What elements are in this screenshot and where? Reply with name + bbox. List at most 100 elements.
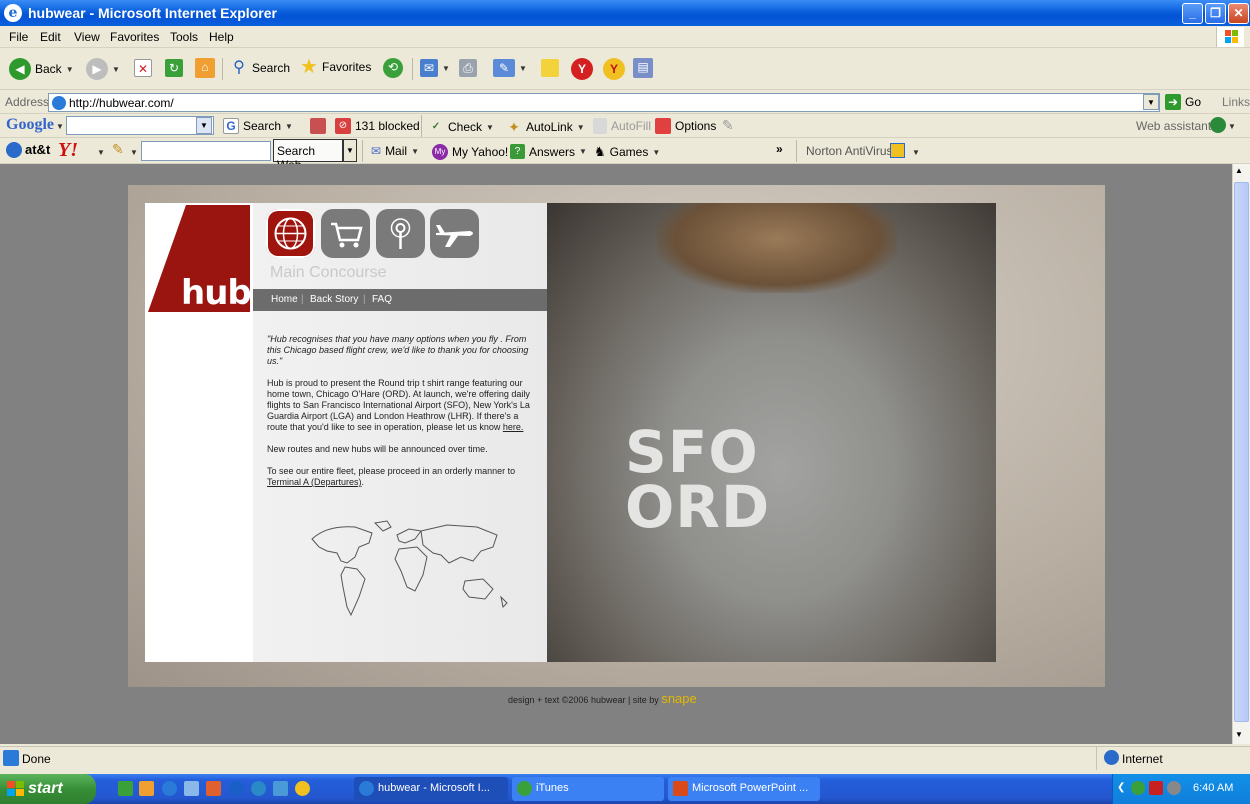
highlight-pen-icon[interactable]: ✎ [722, 117, 734, 134]
scroll-down-icon[interactable]: ▼ [1235, 730, 1243, 739]
google-search-button[interactable]: G Search ▼ [223, 118, 293, 134]
stop-button[interactable]: ✕ [134, 59, 152, 77]
answers-button[interactable]: ? Answers ▼ [510, 144, 587, 159]
history-button[interactable]: ⟲ [383, 58, 403, 78]
norton-label[interactable]: Norton AntiVirus [806, 144, 893, 158]
tray-network-icon[interactable] [1131, 781, 1145, 795]
print-button[interactable]: ⎙ [459, 59, 477, 77]
nav-home[interactable]: Home [271, 294, 298, 305]
edit-button[interactable]: ✎ ▼ [493, 59, 527, 77]
quicklaunch-media-icon[interactable] [295, 781, 310, 796]
my-yahoo-button[interactable]: My My Yahoo! [432, 144, 508, 160]
tray-expand-icon[interactable]: ❮ [1117, 782, 1125, 793]
fleet-paragraph: To see our entire fleet, please proceed … [267, 466, 516, 487]
vertical-scrollbar[interactable]: ▲ ▼ [1232, 164, 1250, 744]
search-web-button[interactable]: Search Web [273, 139, 343, 172]
google-logo: Google [6, 116, 54, 133]
yahoo-logo[interactable]: Y! [58, 139, 78, 162]
search-button[interactable]: ⚲ Search [230, 59, 290, 77]
quicklaunch-gift-icon[interactable] [206, 781, 221, 796]
autofill-button[interactable]: AutoFill [593, 118, 651, 134]
cart-nav-icon[interactable] [321, 209, 370, 258]
more-chevron-icon[interactable]: » [776, 142, 783, 156]
quicklaunch-outlook-icon[interactable] [139, 781, 154, 796]
menu-view[interactable]: View [74, 30, 100, 44]
itunes-task-icon [517, 781, 532, 796]
start-button[interactable]: start [0, 774, 96, 804]
task-itunes[interactable]: iTunes [512, 777, 664, 801]
clock[interactable]: 6:40 AM [1193, 782, 1233, 794]
menu-file[interactable]: File [9, 30, 28, 44]
spellcheck-button[interactable]: ✓ Check ▼ [428, 118, 494, 136]
address-label: Address [5, 95, 50, 109]
yahoo-messenger-button[interactable]: Y [603, 58, 625, 80]
terminal-a-link[interactable]: Terminal A (Departures) [267, 477, 362, 487]
links-button[interactable]: Links [1222, 95, 1250, 109]
forward-button[interactable]: ▶ ▼ [86, 58, 120, 80]
pencil-icon[interactable]: ✎ [112, 141, 124, 158]
quicklaunch-itunes-icon[interactable] [118, 781, 133, 796]
intro-quote: "Hub recognises that you have many optio… [267, 334, 529, 366]
status-bar: Done Internet [0, 746, 1250, 770]
nav-faq[interactable]: FAQ [372, 294, 392, 305]
menu-edit[interactable]: Edit [40, 30, 61, 44]
yahoo-search-input[interactable] [141, 141, 271, 161]
hub-logo[interactable]: hub [148, 205, 250, 312]
maximize-button[interactable]: ❐ [1205, 3, 1226, 24]
refresh-button[interactable]: ↻ [165, 59, 183, 77]
quicklaunch-messenger-icon[interactable] [251, 781, 266, 796]
discuss-button[interactable] [541, 59, 559, 77]
tray-acrobat-icon[interactable] [1149, 781, 1163, 795]
pagerank-button[interactable] [310, 118, 326, 134]
options-button[interactable]: Options [655, 118, 716, 134]
plane-nav-icon[interactable] [430, 209, 479, 258]
norton-icon[interactable] [890, 143, 905, 158]
games-button[interactable]: ♞ Games ▼ [594, 144, 660, 160]
globe-nav-icon[interactable] [266, 209, 315, 258]
contact-link[interactable]: here. [503, 422, 524, 432]
quicklaunch-ie-icon[interactable] [162, 781, 177, 796]
menu-help[interactable]: Help [209, 30, 234, 44]
quicklaunch-app-icon[interactable] [184, 781, 199, 796]
scroll-thumb[interactable] [1234, 182, 1249, 722]
favorites-button[interactable]: ★ Favorites [300, 57, 371, 77]
messenger-icon: Y [603, 58, 625, 80]
home-button[interactable]: ⌂ [195, 58, 215, 78]
quicklaunch-browser-icon[interactable] [229, 781, 244, 796]
zone-text: Internet [1122, 752, 1163, 766]
tray-volume-icon[interactable] [1167, 781, 1181, 795]
quicklaunch-desktop-icon[interactable] [273, 781, 288, 796]
globe-icon[interactable] [1210, 117, 1226, 133]
back-button[interactable]: ◀ Back ▼ [9, 58, 74, 80]
autolink-button[interactable]: ✦ AutoLink ▼ [506, 118, 585, 136]
envelope-icon: ✉ [371, 144, 382, 158]
home-icon: ⌂ [195, 58, 215, 78]
nav-back-story[interactable]: Back Story [310, 294, 358, 305]
menu-favorites[interactable]: Favorites [110, 30, 159, 44]
broadcast-nav-icon[interactable] [376, 209, 425, 258]
mail-button[interactable]: ✉ ▼ [420, 59, 450, 77]
web-assistant-label[interactable]: Web assistant [1136, 119, 1211, 133]
powerpoint-task-icon [673, 781, 688, 796]
window-title: hubwear - Microsoft Internet Explorer [28, 5, 277, 21]
yahoo-button[interactable]: Y [571, 58, 593, 80]
google-dropdown-icon[interactable]: ▼ [196, 117, 212, 134]
autofill-icon [593, 118, 607, 134]
address-input[interactable]: http://hubwear.com/ [48, 93, 1160, 112]
title-bar: e hubwear - Microsoft Internet Explorer … [0, 0, 1250, 26]
menu-tools[interactable]: Tools [170, 30, 198, 44]
task-powerpoint[interactable]: Microsoft PowerPoint ... [668, 777, 820, 801]
minimize-button[interactable]: _ [1182, 3, 1203, 24]
popup-blocker-button[interactable]: ⊘ 131 blocked [335, 118, 420, 134]
search-web-dropdown-icon[interactable]: ▼ [343, 139, 357, 162]
close-button[interactable]: ✕ [1228, 3, 1249, 24]
task-hubwear[interactable]: hubwear - Microsoft I... [354, 777, 508, 801]
snape-link[interactable]: snape [661, 691, 696, 706]
google-search-input[interactable] [66, 116, 214, 135]
research-button[interactable]: ▤ [633, 58, 653, 78]
address-dropdown-icon[interactable]: ▼ [1143, 94, 1159, 110]
yahoo-mail-button[interactable]: ✉ Mail ▼ [371, 144, 419, 158]
taskbar: start hubwear - Microsoft I... iTunes Mi… [0, 774, 1250, 804]
go-button[interactable]: ➜ Go [1165, 94, 1201, 110]
scroll-up-icon[interactable]: ▲ [1235, 166, 1243, 175]
